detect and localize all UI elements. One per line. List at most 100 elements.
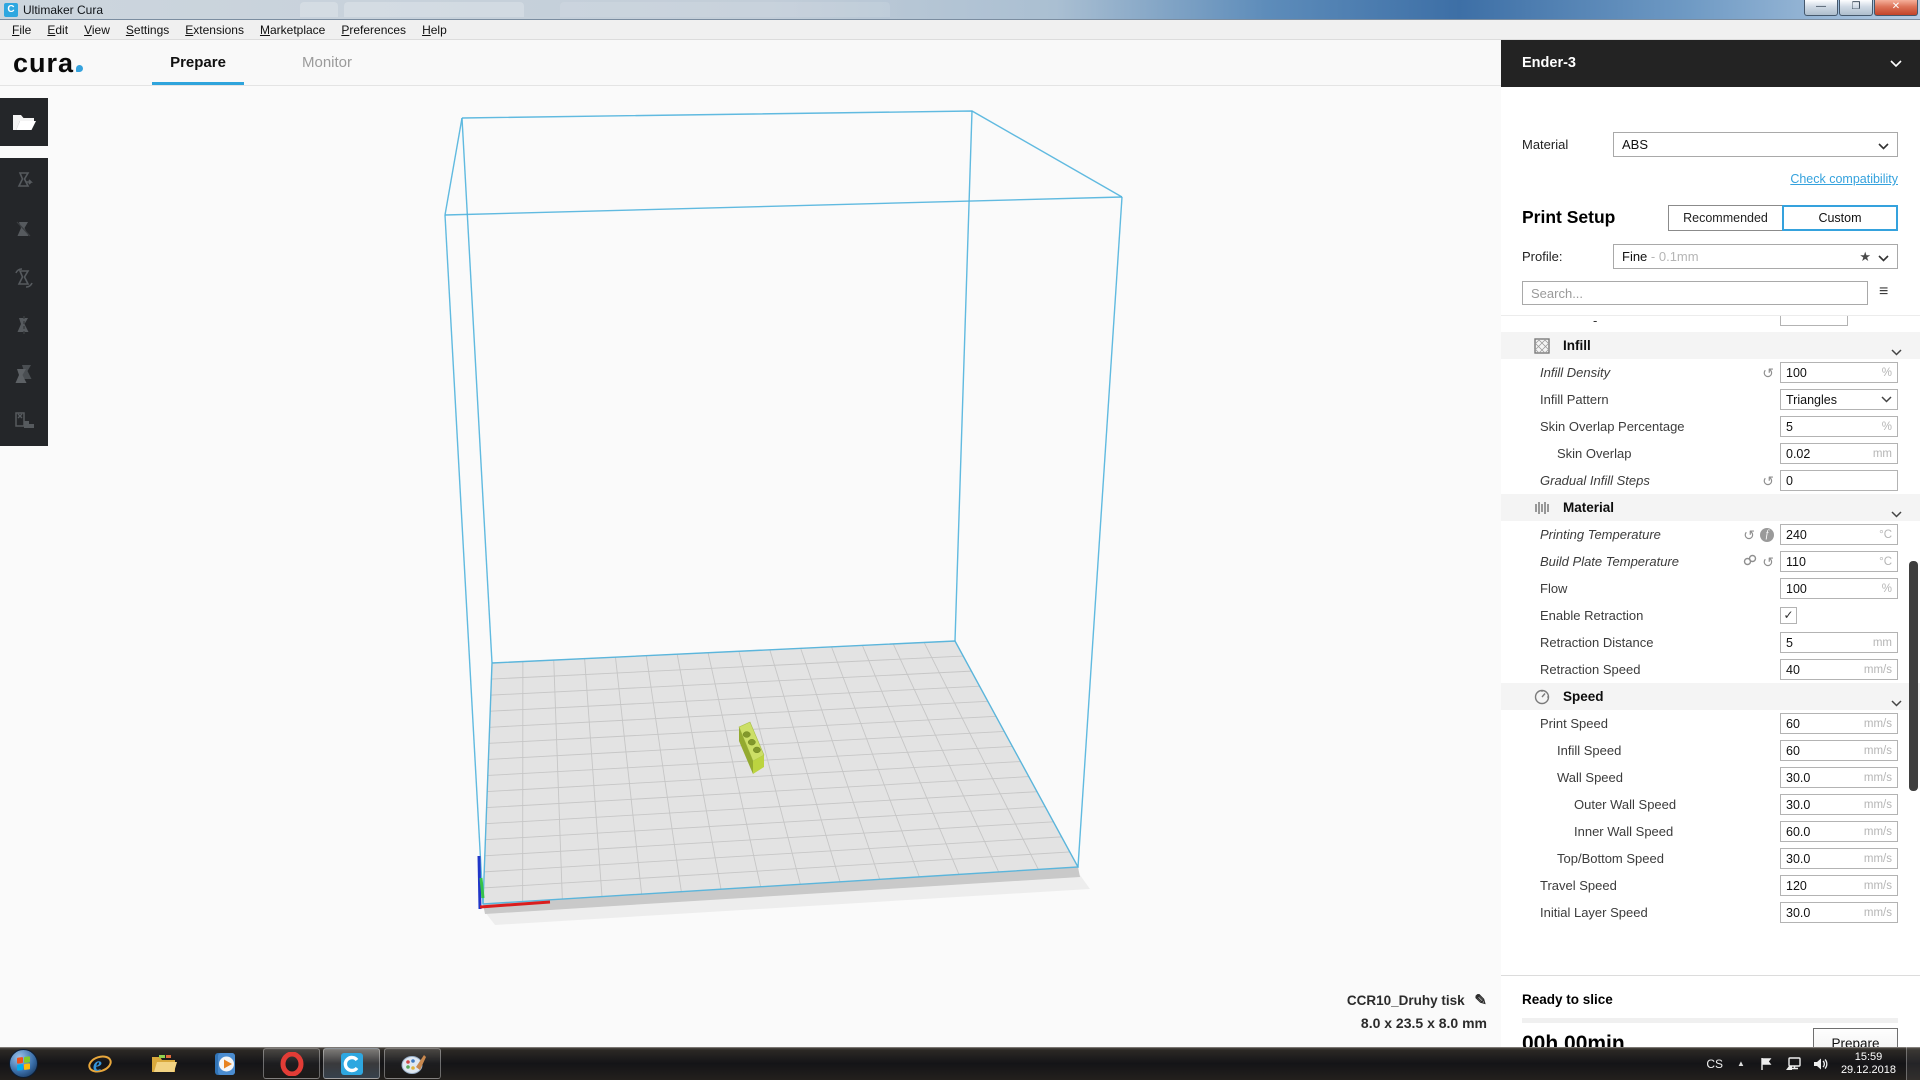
- formula-icon[interactable]: f: [1760, 528, 1774, 542]
- menu-marketplace[interactable]: Marketplace: [252, 20, 333, 40]
- section-header-infill[interactable]: Infill: [1501, 332, 1920, 359]
- check-compatibility-link[interactable]: Check compatibility: [1790, 172, 1898, 186]
- setting-unit: °C: [1879, 556, 1892, 568]
- input-build-plate-temperature[interactable]: 110°C: [1780, 551, 1898, 572]
- input-skin-overlap-percentage[interactable]: 5%: [1780, 416, 1898, 437]
- input-initial-layer-speed[interactable]: 30.0mm/s: [1780, 902, 1898, 923]
- input-inner-wall-speed[interactable]: 60.0mm/s: [1780, 821, 1898, 842]
- checkbox-enable-retraction[interactable]: ✓: [1780, 607, 1797, 624]
- custom-mode-button[interactable]: Custom: [1782, 205, 1898, 231]
- setting-search-input[interactable]: [1522, 281, 1868, 305]
- window-titlebar[interactable]: C Ultimaker Cura — ❐ ✕: [0, 0, 1920, 20]
- input-printing-temperature[interactable]: 240°C: [1780, 524, 1898, 545]
- setting-visibility-menu-icon[interactable]: ≡: [1879, 283, 1888, 301]
- select-infill-pattern[interactable]: Triangles: [1780, 389, 1898, 410]
- revert-icon[interactable]: ↺: [1762, 555, 1774, 569]
- media-player-button[interactable]: [212, 1050, 240, 1078]
- cura-app-button[interactable]: [323, 1048, 380, 1079]
- model-name[interactable]: CCR10_Druhy tisk: [1347, 993, 1465, 1008]
- revert-icon[interactable]: ↺: [1743, 528, 1755, 542]
- linked-setting-icon: [1743, 553, 1757, 571]
- tool-panel: [0, 158, 48, 446]
- tab-prepare[interactable]: Prepare: [152, 40, 244, 85]
- section-title: Material: [1563, 500, 1614, 515]
- setting-value: 40: [1786, 663, 1800, 677]
- rename-pencil-icon[interactable]: ✎: [1474, 992, 1487, 1009]
- input-infill-speed[interactable]: 60mm/s: [1780, 740, 1898, 761]
- profile-label: Profile:: [1522, 249, 1562, 264]
- restore-button[interactable]: ❐: [1839, 0, 1873, 16]
- tab-monitor[interactable]: Monitor: [292, 40, 362, 85]
- section-header-material[interactable]: Material: [1501, 494, 1920, 521]
- per-model-settings-tool[interactable]: [0, 350, 48, 398]
- menu-help[interactable]: Help: [414, 20, 455, 40]
- menu-settings[interactable]: Settings: [118, 20, 177, 40]
- revert-icon[interactable]: ↺: [1762, 366, 1774, 380]
- material-dropdown[interactable]: ABS: [1613, 132, 1898, 157]
- menu-view[interactable]: View: [76, 20, 118, 40]
- setting-row-build-plate-temperature: Build Plate Temperature↺110°C: [1501, 548, 1920, 575]
- setting-list[interactable]: - InfillInfill Density↺100%Infill Patter…: [1501, 315, 1920, 975]
- mirror-tool[interactable]: [0, 302, 48, 350]
- sidebar: Ender-3 Material ABS Check compatibility…: [1501, 40, 1920, 1047]
- setting-unit: mm/s: [1864, 772, 1892, 784]
- setting-unit: mm: [1873, 448, 1892, 460]
- settings-scrollbar[interactable]: [1909, 561, 1918, 791]
- internet-explorer-button[interactable]: e: [86, 1050, 114, 1078]
- file-explorer-button[interactable]: [150, 1050, 178, 1078]
- setting-unit: mm/s: [1864, 718, 1892, 730]
- printer-selector[interactable]: Ender-3: [1501, 40, 1920, 87]
- material-value: ABS: [1622, 137, 1648, 152]
- input-print-speed[interactable]: 60mm/s: [1780, 713, 1898, 734]
- input-infill-density[interactable]: 100%: [1780, 362, 1898, 383]
- input-travel-speed[interactable]: 120mm/s: [1780, 875, 1898, 896]
- volume-icon[interactable]: [1813, 1057, 1829, 1071]
- menu-extensions[interactable]: Extensions: [177, 20, 252, 40]
- cura-logo-dot: [76, 65, 83, 72]
- taskbar-clock[interactable]: 15:59 29.12.2018: [1841, 1051, 1896, 1077]
- input-retraction-speed[interactable]: 40mm/s: [1780, 659, 1898, 680]
- menu-preferences[interactable]: Preferences: [333, 20, 414, 40]
- action-center-flag-icon[interactable]: [1759, 1057, 1773, 1071]
- start-button[interactable]: [9, 1049, 38, 1078]
- setting-value: 30.0: [1786, 906, 1810, 920]
- viewport-3d[interactable]: CCR10_Druhy tisk ✎ 8.0 x 23.5 x 8.0 mm: [48, 86, 1501, 1047]
- language-indicator[interactable]: CS: [1706, 1057, 1723, 1071]
- scale-tool[interactable]: [0, 206, 48, 254]
- open-file-button[interactable]: [0, 98, 48, 146]
- section-header-speed[interactable]: Speed: [1501, 683, 1920, 710]
- support-blocker-tool[interactable]: [0, 398, 48, 446]
- menu-file[interactable]: File: [4, 20, 39, 40]
- paint-app-button[interactable]: [384, 1048, 441, 1079]
- rotate-tool[interactable]: [0, 254, 48, 302]
- minimize-button[interactable]: —: [1804, 0, 1838, 16]
- input-skin-overlap[interactable]: 0.02 mm: [1780, 443, 1898, 464]
- setting-value: 100: [1786, 582, 1807, 596]
- move-tool[interactable]: [0, 158, 48, 206]
- setting-row-flow: Flow100%: [1501, 575, 1920, 602]
- background-ghost-tab: [560, 2, 890, 17]
- setting-value: 60: [1786, 744, 1800, 758]
- print-setup-header: Print Setup Recommended Custom Profile: …: [1501, 197, 1920, 315]
- speed-icon: [1534, 689, 1551, 705]
- network-icon[interactable]: [1785, 1057, 1801, 1071]
- input-retraction-distance[interactable]: 5mm: [1780, 632, 1898, 653]
- profile-dropdown[interactable]: Fine - 0.1mm ★: [1613, 244, 1898, 269]
- input-wall-speed[interactable]: 30.0 mm/s: [1780, 767, 1898, 788]
- setting-value: 30.0: [1786, 771, 1810, 785]
- show-desktop-button[interactable]: [1906, 1047, 1920, 1080]
- setting-row-wall-speed: Wall Speed30.0mm/s: [1501, 764, 1920, 791]
- input-gradual-infill-steps[interactable]: 0: [1780, 470, 1898, 491]
- opera-app-button[interactable]: [263, 1048, 320, 1079]
- menu-edit[interactable]: Edit: [39, 20, 76, 40]
- input-flow[interactable]: 100%: [1780, 578, 1898, 599]
- setting-label: Infill Density: [1540, 365, 1610, 380]
- tray-expand-icon[interactable]: ▲: [1737, 1059, 1745, 1068]
- recommended-mode-button[interactable]: Recommended: [1668, 205, 1783, 231]
- section-title: Speed: [1563, 689, 1604, 704]
- input-outer-wall-speed[interactable]: 30.0mm/s: [1780, 794, 1898, 815]
- input-top-bottom-speed[interactable]: 30.0mm/s: [1780, 848, 1898, 869]
- close-button[interactable]: ✕: [1874, 0, 1918, 16]
- setting-value: 0.02: [1786, 447, 1810, 461]
- revert-icon[interactable]: ↺: [1762, 474, 1774, 488]
